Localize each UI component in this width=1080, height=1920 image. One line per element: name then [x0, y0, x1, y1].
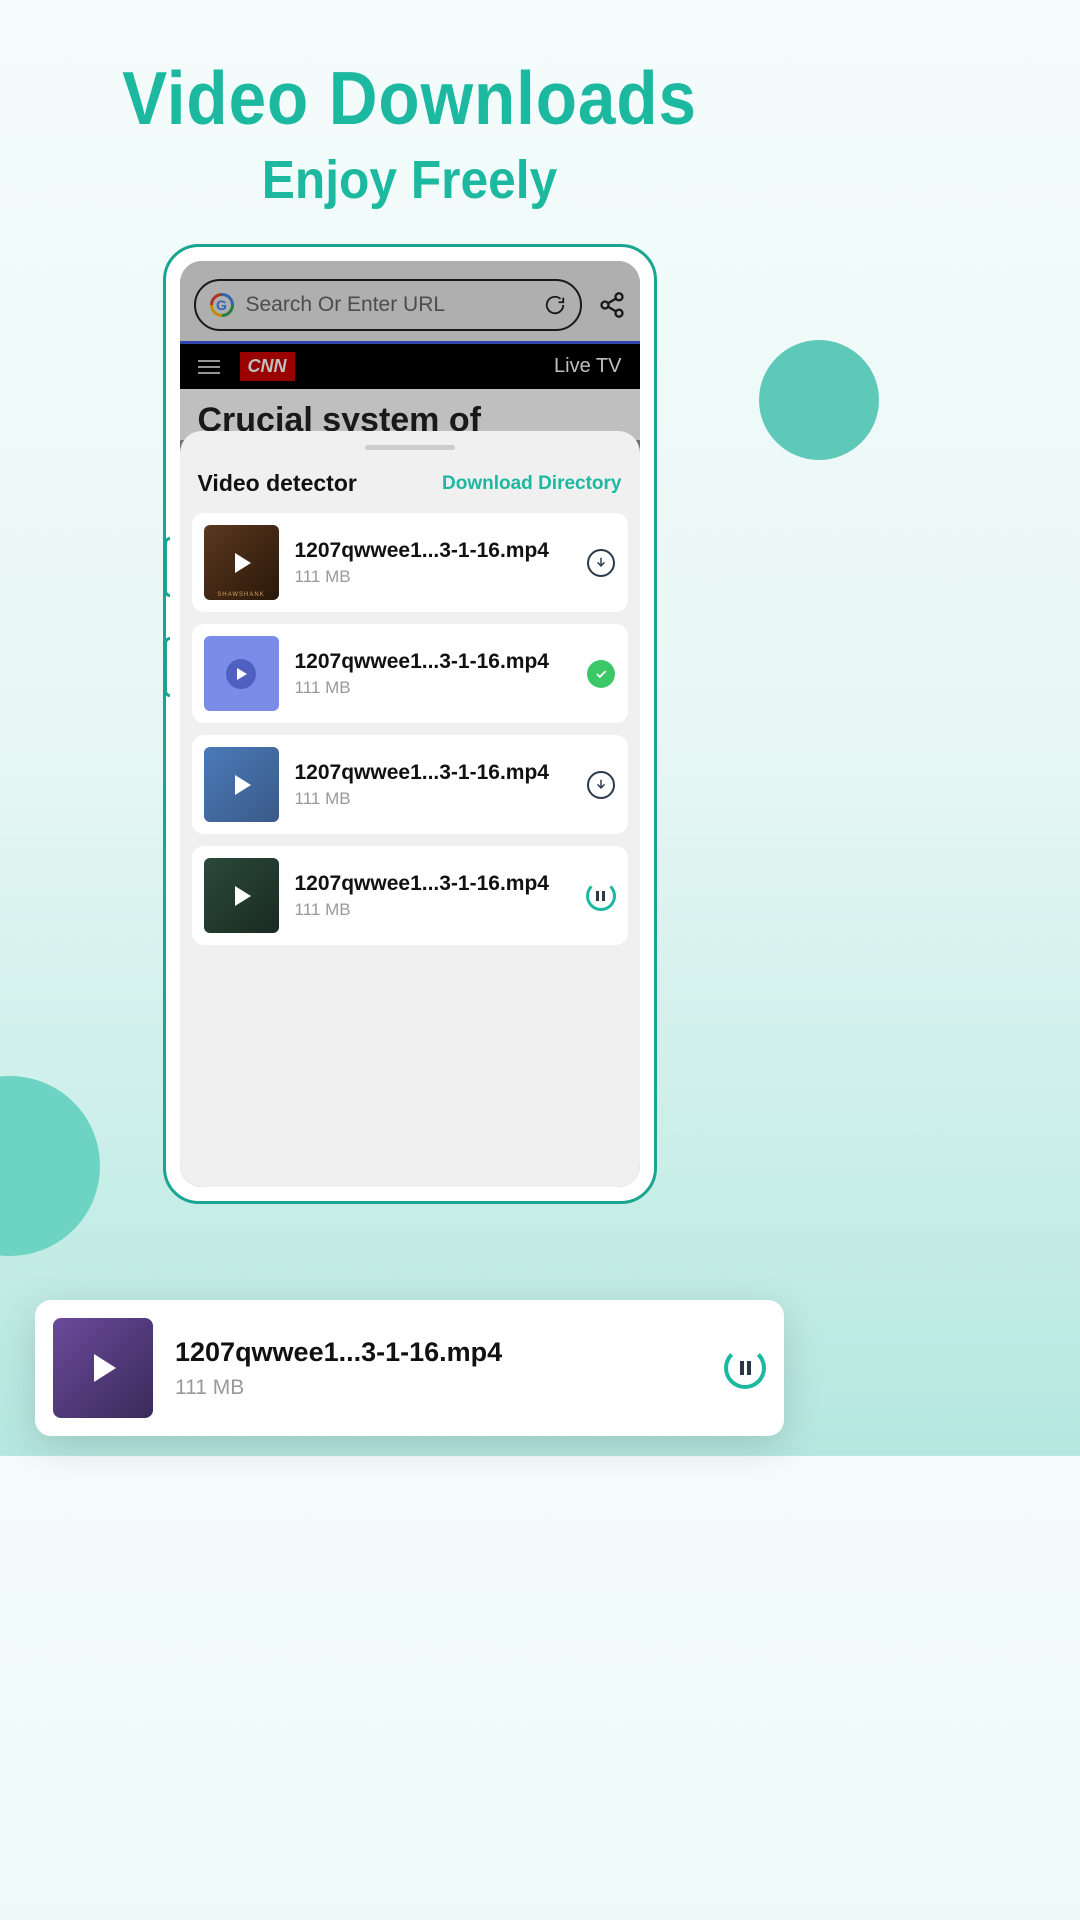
download-icon	[587, 549, 615, 577]
video-filesize: 111 MB	[295, 900, 570, 920]
video-filename: 1207qwwee1...3-1-16.mp4	[175, 1337, 702, 1368]
live-tv-link[interactable]: Live TV	[554, 355, 621, 378]
pause-icon	[740, 1361, 751, 1375]
download-directory-link[interactable]: Download Directory	[442, 473, 621, 495]
play-icon	[94, 1354, 116, 1382]
video-detector-sheet: Video detector Download Directory SHAWSH…	[180, 431, 640, 1187]
video-filesize: 111 MB	[295, 567, 570, 587]
video-filesize: 111 MB	[295, 678, 570, 698]
download-button[interactable]	[586, 548, 616, 578]
video-thumbnail	[204, 858, 279, 933]
play-icon	[226, 659, 256, 689]
video-thumbnail	[204, 636, 279, 711]
cnn-header: CNN Live TV	[180, 341, 640, 389]
headline-main: Video Downloads	[41, 55, 778, 141]
video-list-item[interactable]: 1207qwwee1...3-1-16.mp4 111 MB	[192, 735, 628, 834]
downloaded-indicator	[586, 659, 616, 689]
menu-icon[interactable]	[198, 360, 220, 374]
headline-sub: Enjoy Freely	[33, 149, 786, 211]
refresh-icon[interactable]	[544, 294, 566, 316]
video-filename: 1207qwwee1...3-1-16.mp4	[295, 650, 570, 674]
decorative-circle	[759, 340, 879, 460]
phone-side-button	[164, 537, 170, 597]
drag-handle[interactable]	[365, 445, 455, 450]
video-filename: 1207qwwee1...3-1-16.mp4	[295, 539, 570, 563]
search-placeholder: Search Or Enter URL	[246, 293, 532, 317]
video-filesize: 111 MB	[175, 1376, 702, 1400]
download-icon	[587, 771, 615, 799]
sheet-header: Video detector Download Directory	[192, 470, 628, 513]
decorative-circle	[0, 1076, 100, 1256]
pause-button[interactable]	[724, 1347, 766, 1389]
pause-button[interactable]	[586, 881, 616, 911]
video-list-item[interactable]: 1207qwwee1...3-1-16.mp4 111 MB	[192, 846, 628, 945]
play-icon	[235, 775, 251, 795]
video-filename: 1207qwwee1...3-1-16.mp4	[295, 761, 570, 785]
browser-address-bar: Search Or Enter URL	[180, 261, 640, 341]
pause-icon	[586, 881, 616, 911]
video-thumbnail	[53, 1318, 153, 1418]
play-icon	[235, 553, 251, 573]
download-toast[interactable]: 1207qwwee1...3-1-16.mp4 111 MB	[35, 1300, 784, 1436]
headline: Video Downloads Enjoy Freely	[0, 0, 819, 211]
cnn-logo[interactable]: CNN	[240, 352, 295, 381]
search-input[interactable]: Search Or Enter URL	[194, 279, 582, 331]
phone-frame: Search Or Enter URL CNN Live TV Crucial …	[163, 244, 657, 1204]
share-icon[interactable]	[598, 291, 626, 319]
video-info: 1207qwwee1...3-1-16.mp4 111 MB	[295, 872, 570, 920]
video-thumbnail: SHAWSHANK	[204, 525, 279, 600]
video-filename: 1207qwwee1...3-1-16.mp4	[295, 872, 570, 896]
sheet-title: Video detector	[198, 470, 357, 497]
thumbnail-label: SHAWSHANK	[204, 592, 279, 598]
google-icon	[210, 293, 234, 317]
play-icon	[235, 886, 251, 906]
video-filesize: 111 MB	[295, 789, 570, 809]
video-thumbnail	[204, 747, 279, 822]
phone-side-button	[164, 637, 170, 697]
video-info: 1207qwwee1...3-1-16.mp4 111 MB	[295, 761, 570, 809]
phone-screen: Search Or Enter URL CNN Live TV Crucial …	[180, 261, 640, 1187]
video-info: 1207qwwee1...3-1-16.mp4 111 MB	[295, 650, 570, 698]
check-icon	[587, 660, 615, 688]
video-list-item[interactable]: 1207qwwee1...3-1-16.mp4 111 MB	[192, 624, 628, 723]
video-list-item[interactable]: SHAWSHANK 1207qwwee1...3-1-16.mp4 111 MB	[192, 513, 628, 612]
video-info: 1207qwwee1...3-1-16.mp4 111 MB	[295, 539, 570, 587]
download-button[interactable]	[586, 770, 616, 800]
video-info: 1207qwwee1...3-1-16.mp4 111 MB	[175, 1337, 702, 1400]
